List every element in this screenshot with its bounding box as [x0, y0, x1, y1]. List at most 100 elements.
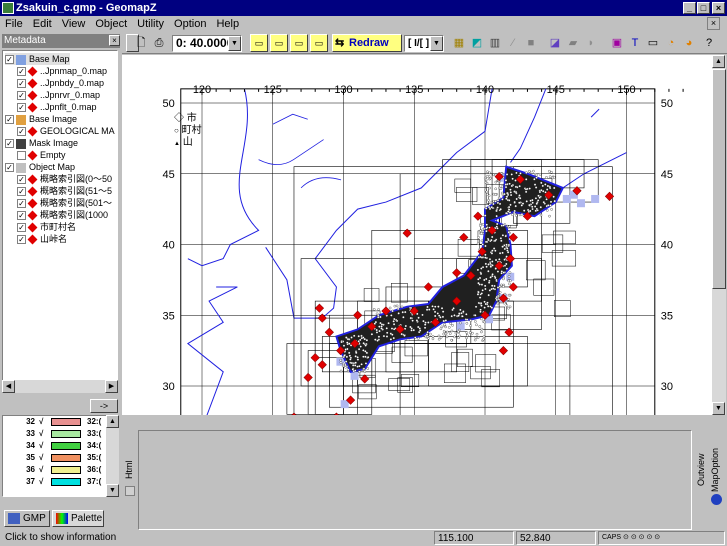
checkbox-checked[interactable]: ✓	[17, 199, 26, 208]
checkbox-checked[interactable]: ✓	[17, 211, 26, 220]
grid-icon[interactable]: ▦	[450, 34, 468, 52]
text-icon[interactable]: T	[626, 34, 644, 52]
help-icon[interactable]: ?	[700, 34, 718, 52]
tree-item[interactable]: ✓ 概略索引図(51〜5	[17, 185, 112, 197]
town-marker	[477, 282, 479, 284]
scroll-right-arrow-icon[interactable]: ▶	[105, 380, 118, 393]
town-marker	[504, 259, 506, 261]
maximize-button[interactable]: □	[697, 2, 710, 14]
chevron-down-icon[interactable]: ▼	[228, 36, 241, 51]
tree-item[interactable]: ✓ GEOLOGICAL MA	[17, 125, 115, 137]
menu-option[interactable]: Option	[169, 16, 211, 32]
zoom-out-icon[interactable]: ▭	[270, 34, 288, 52]
layer-select[interactable]: [ I/[ ] ▼	[404, 35, 444, 52]
tree-item[interactable]: ✓ 概略索引図(1000	[17, 209, 108, 221]
tree-item[interactable]: ✓ 概略索引図(501〜	[17, 197, 112, 209]
checkbox-checked[interactable]: ✓	[17, 175, 26, 184]
checkbox-checked[interactable]: ✓	[17, 235, 26, 244]
checkbox-checked[interactable]: ✓	[17, 187, 26, 196]
palette-row[interactable]: 37 √ 37:(	[3, 476, 118, 488]
tree-item[interactable]: ✓ 概略索引図(0〜50	[17, 173, 112, 185]
menu-edit[interactable]: Edit	[28, 16, 57, 32]
checkbox-checked[interactable]: ✓	[5, 55, 14, 64]
map-canvas[interactable]: 120 125 130 135 140 145 150 50 50 45 45 40 40 35 35 30 3…	[122, 55, 712, 415]
close-button[interactable]: ×	[712, 2, 725, 14]
chart-icon[interactable]: ◕	[680, 34, 698, 52]
palette-icon[interactable]: ▣	[608, 34, 626, 52]
scroll-up-arrow-icon[interactable]: ▲	[712, 55, 725, 68]
print-icon[interactable]: ⎙	[150, 34, 168, 52]
checkbox-checked[interactable]: ✓	[5, 139, 14, 148]
tree-item[interactable]: ✓ ..Jpnflt_0.map	[17, 101, 97, 113]
layer-color-icon[interactable]: ◩	[468, 34, 486, 52]
mask-icon[interactable]: ▰	[564, 34, 582, 52]
tree-item[interactable]: ✓ Object Map	[5, 161, 75, 173]
palette-vscrollbar[interactable]: ▲ ▼	[106, 415, 119, 497]
menu-object[interactable]: Object	[90, 16, 132, 32]
checkbox-checked[interactable]: ✓	[17, 103, 26, 112]
zoom-in-icon[interactable]: ▭	[250, 34, 268, 52]
fill-icon[interactable]: ■	[522, 34, 540, 52]
palette-row[interactable]: 35 √ 35:(	[3, 452, 118, 464]
palette-row[interactable]: 36 √ 36:(	[3, 464, 118, 476]
tab-gmp[interactable]: GMP	[4, 510, 50, 527]
scale-select[interactable]: 0: 40.0000 ▼	[172, 35, 242, 52]
tree-item[interactable]: ✓ ..Jpnbdy_0.map	[17, 77, 104, 89]
mdi-close-button[interactable]: ×	[707, 17, 720, 30]
town-marker	[346, 356, 348, 358]
map-vscrollbar[interactable]: ▲ ▼	[712, 55, 726, 415]
town-marker	[355, 355, 357, 357]
tree-item[interactable]: ✓ Base Image	[5, 113, 77, 125]
redraw-button[interactable]: ⇆ Redraw	[332, 34, 402, 52]
town-marker	[486, 224, 488, 226]
minimize-button[interactable]: _	[683, 2, 696, 14]
scroll-down-arrow-icon[interactable]: ▼	[712, 402, 725, 415]
menu-view[interactable]: View	[57, 16, 91, 32]
tree-item[interactable]: ✓ 山峠名	[17, 233, 67, 245]
scroll-left-arrow-icon[interactable]: ◀	[2, 380, 15, 393]
tree-item[interactable]: ✓ 市町村名	[17, 221, 76, 233]
comment-icon[interactable]: ▭	[644, 34, 662, 52]
palette-row[interactable]: 33 √ 33:(	[3, 428, 118, 440]
checkbox-checked[interactable]: ✓	[17, 67, 26, 76]
tree-item[interactable]: ✓ Base Map	[5, 53, 70, 65]
checkbox-checked[interactable]: ✓	[5, 163, 14, 172]
hatch-icon[interactable]: ⁄	[504, 34, 522, 52]
outview-tab[interactable]: Outview	[696, 430, 710, 510]
chevron-down-icon[interactable]: ▼	[430, 36, 443, 51]
checkbox[interactable]	[17, 151, 26, 160]
menu-file[interactable]: File	[0, 16, 28, 32]
checkbox-checked[interactable]: ✓	[17, 127, 26, 136]
checkbox-checked[interactable]: ✓	[5, 115, 14, 124]
menu-help[interactable]: Help	[211, 16, 244, 32]
moon-icon[interactable]: ◗	[582, 34, 600, 52]
map-hscrollbar[interactable]	[122, 415, 712, 428]
tab-palette[interactable]: Palette	[52, 510, 104, 527]
palette-row[interactable]: 34 √ 34:(	[3, 440, 118, 452]
image-icon[interactable]: ◪	[546, 34, 564, 52]
checkbox-checked[interactable]: ✓	[17, 223, 26, 232]
palette-row[interactable]: 32 √ 32:(	[3, 416, 118, 428]
checkbox-checked[interactable]: ✓	[17, 79, 26, 88]
menu-utility[interactable]: Utility	[132, 16, 169, 32]
pie-icon[interactable]: ◔	[662, 34, 680, 52]
zoom-prev-icon[interactable]: ▭	[310, 34, 328, 52]
print-preview-icon[interactable]: 🗋	[132, 34, 150, 52]
tree-item[interactable]: ✓ ..Jpnrvr_0.map	[17, 89, 100, 101]
pattern-icon[interactable]: ▥	[486, 34, 504, 52]
scroll-down-arrow-icon[interactable]: ▼	[106, 484, 119, 497]
tree-item[interactable]: ✓ Mask Image	[5, 137, 78, 149]
town-marker	[531, 206, 533, 208]
arrow-button[interactable]: ->	[90, 399, 118, 413]
layer-select-value: [ I/[ ]	[408, 38, 429, 49]
metadata-close-button[interactable]: ×	[109, 35, 120, 46]
zoom-fit-icon[interactable]: ▭	[290, 34, 308, 52]
tree-hscrollbar[interactable]: ◀ ▶	[2, 380, 118, 393]
app-icon[interactable]	[2, 2, 14, 14]
scroll-up-arrow-icon[interactable]: ▲	[106, 415, 119, 428]
tree-item[interactable]: Empty	[17, 149, 66, 161]
town-marker	[545, 176, 547, 178]
scroll-thumb[interactable]	[712, 69, 726, 289]
tree-item[interactable]: ✓ ..Jpnmap_0.map	[17, 65, 107, 77]
checkbox-checked[interactable]: ✓	[17, 91, 26, 100]
